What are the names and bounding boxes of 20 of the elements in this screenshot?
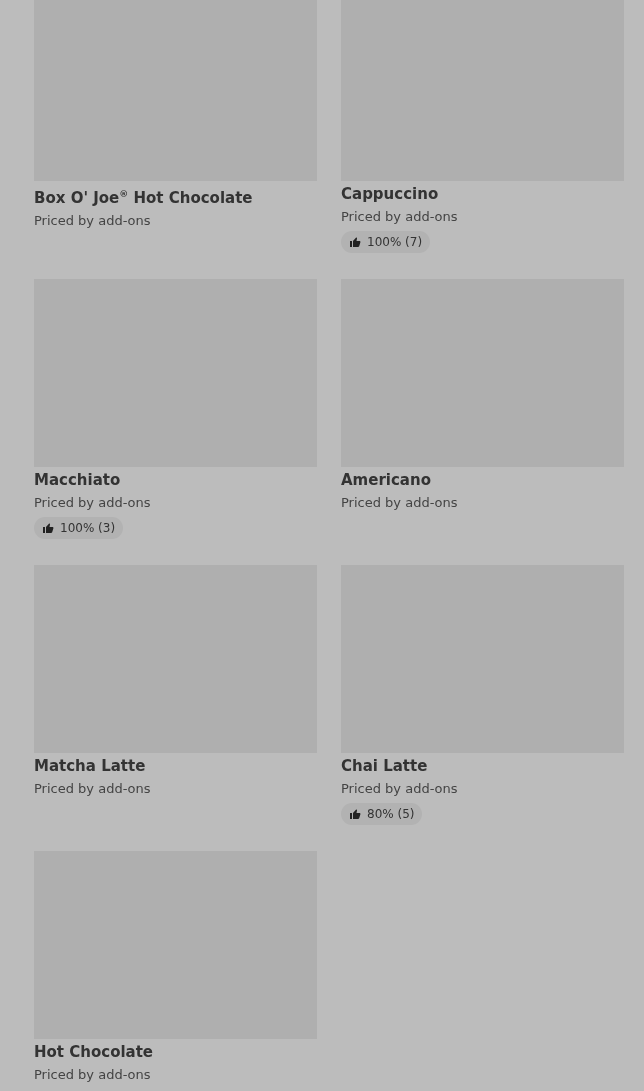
item-price-note: Priced by add-ons xyxy=(341,494,458,512)
thumbs-up-icon xyxy=(349,236,361,248)
item-price-note: Priced by add-ons xyxy=(34,1066,151,1084)
thumbs-up-icon xyxy=(349,808,361,820)
item-price-note: Priced by add-ons xyxy=(34,212,151,230)
thumbs-up-icon xyxy=(42,522,54,534)
item-price-note: Priced by add-ons xyxy=(341,780,458,798)
rating-text: 100% (7) xyxy=(367,235,423,249)
item-name: Chai Latte xyxy=(341,756,428,777)
item-name: Matcha Latte xyxy=(34,756,146,777)
item-name: Macchiato xyxy=(34,470,121,491)
item-price-note: Priced by add-ons xyxy=(34,494,151,512)
item-price-note: Priced by add-ons xyxy=(34,780,151,798)
item-price-note: Priced by add-ons xyxy=(341,208,458,226)
item-name: Americano xyxy=(341,470,431,491)
item-name: Hot Chocolate xyxy=(34,1042,154,1063)
item-name: Cappuccino xyxy=(341,184,439,205)
rating-text: 80% (5) xyxy=(367,807,415,821)
item-name: Box O' Joe$^{®}$ Hot Chocolate xyxy=(34,188,253,209)
rating-text: 100% (3) xyxy=(60,521,116,535)
